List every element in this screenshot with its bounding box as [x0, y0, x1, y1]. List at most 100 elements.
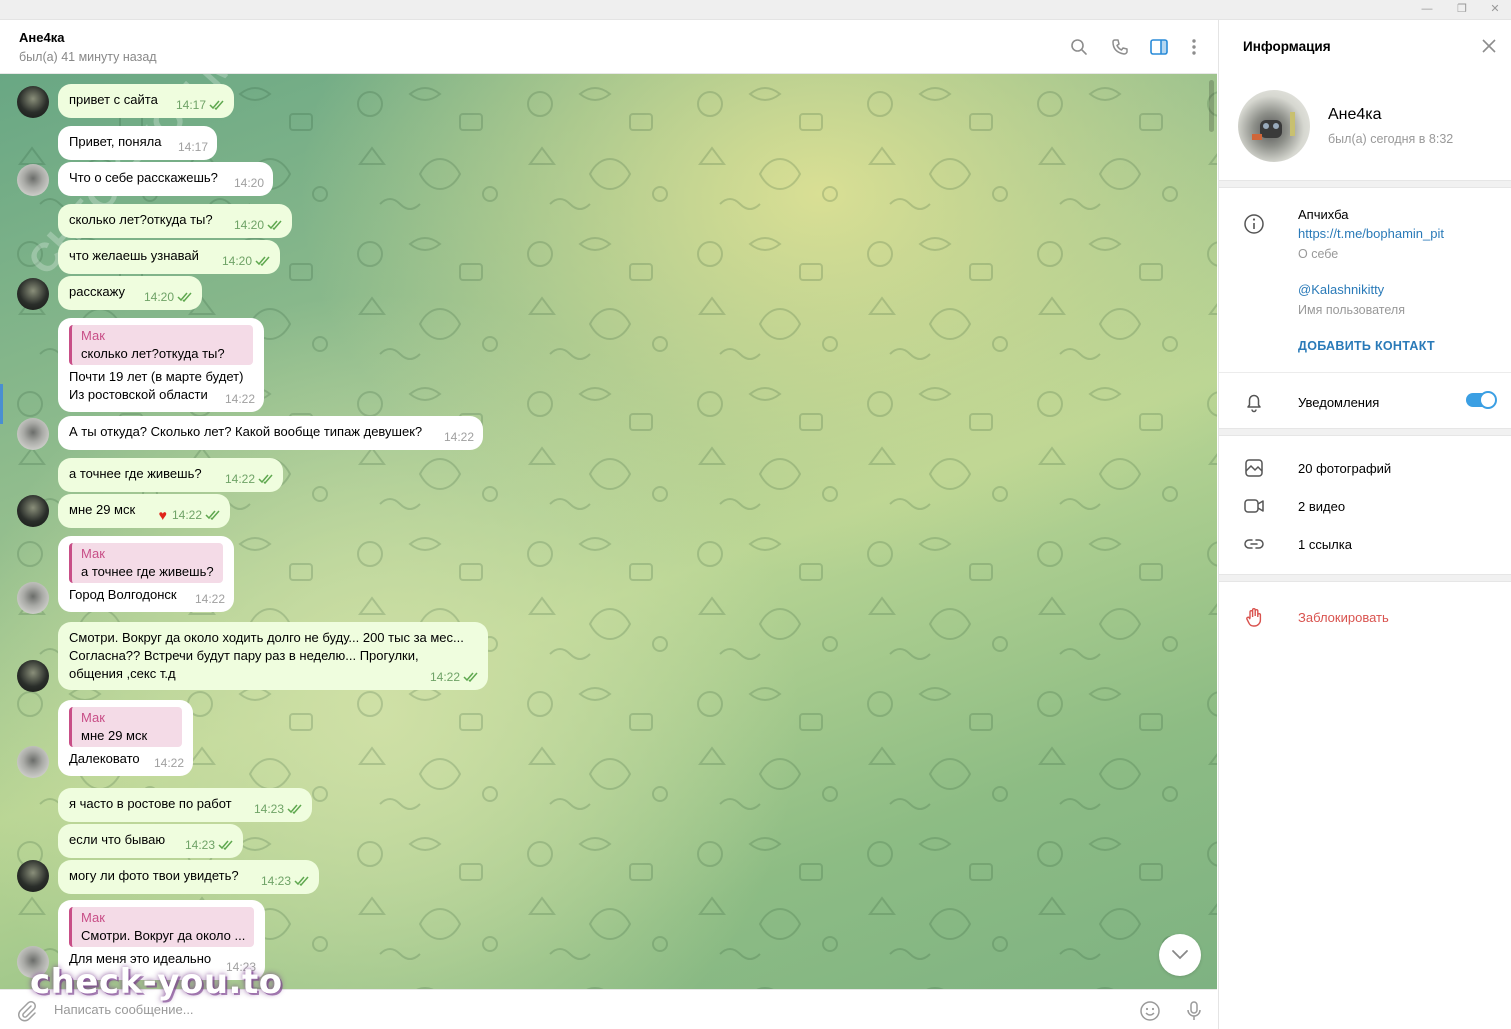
message-text: Что о себе расскажешь?: [69, 170, 218, 185]
chat-scrollbar[interactable]: [1209, 80, 1214, 132]
message-incoming[interactable]: А ты откуда? Сколько лет? Какой вообще т…: [58, 416, 483, 450]
chat-status: был(а) 41 минуту назад: [19, 50, 157, 64]
chat-title[interactable]: Ане4ка: [19, 30, 64, 45]
message-outgoing[interactable]: расскажу 14:20: [58, 276, 202, 310]
message-outgoing[interactable]: что желаешь узнавай 14:20: [58, 240, 280, 274]
bio-link[interactable]: https://t.me/bophamin_pit: [1298, 226, 1444, 241]
message-outgoing[interactable]: я часто в ростове по работ 14:23: [58, 788, 312, 822]
message-time: 14:22: [153, 756, 184, 770]
avatar[interactable]: [17, 660, 49, 692]
profile-status: был(а) сегодня в 8:32: [1328, 132, 1454, 146]
chat-messages-area[interactable]: CHECK-YOU.ME привет с сайта 14:17 Привет…: [0, 74, 1217, 989]
double-check-icon: [205, 510, 220, 520]
message-time: 14:23: [260, 874, 291, 888]
avatar[interactable]: [17, 746, 49, 778]
block-user-button[interactable]: Заблокировать: [1298, 610, 1389, 625]
avatar[interactable]: [17, 278, 49, 310]
profile-photo: [1252, 112, 1295, 140]
message-outgoing[interactable]: привет с сайта 14:17: [58, 84, 234, 118]
message-text: Смотри. Вокруг да около ходить долго не …: [69, 630, 464, 645]
link-icon: [1244, 539, 1264, 549]
message-time: 14:22: [171, 508, 202, 522]
profile-avatar[interactable]: [1238, 90, 1310, 162]
message-incoming-reply[interactable]: Мак а точнее где живешь? Город Волгодонс…: [58, 536, 234, 612]
unread-marker: [0, 384, 3, 424]
double-check-icon: [267, 220, 282, 230]
section-divider: [1219, 428, 1511, 436]
photo-icon: [1245, 459, 1263, 477]
avatar[interactable]: [17, 164, 49, 196]
message-time: 14:22: [194, 592, 225, 606]
message-outgoing[interactable]: если что бываю 14:23: [58, 824, 243, 858]
reply-quote[interactable]: Мак Смотри. Вокруг да около ...: [69, 907, 254, 947]
sidebar-toggle-icon[interactable]: [1149, 37, 1169, 57]
scroll-to-bottom-button[interactable]: [1159, 934, 1201, 976]
message-time: 14:17: [177, 140, 208, 154]
bio-text: Апчихба: [1298, 207, 1349, 222]
message-time: 14:20: [221, 254, 252, 268]
minimize-button[interactable]: —: [1418, 2, 1436, 16]
microphone-icon[interactable]: [1183, 1000, 1205, 1022]
photos-count[interactable]: 20 фотографий: [1298, 461, 1391, 476]
message-incoming-reply[interactable]: Мак сколько лет?откуда ты? Почти 19 лет …: [58, 318, 264, 412]
message-outgoing[interactable]: могу ли фото твои увидеть? 14:23: [58, 860, 319, 894]
reply-quote[interactable]: Мак мне 29 мск: [69, 707, 182, 747]
close-icon[interactable]: [1481, 38, 1497, 54]
message-incoming[interactable]: Что о себе расскажешь? 14:20: [58, 162, 273, 196]
message-incoming-reply[interactable]: Мак мне 29 мск Далековато 14:22: [58, 700, 193, 776]
message-incoming[interactable]: Привет, поняла 14:17: [58, 126, 217, 160]
double-check-icon: [177, 292, 192, 302]
message-time: 14:22: [224, 472, 255, 486]
links-count[interactable]: 1 ссылка: [1298, 537, 1352, 552]
reply-text: сколько лет?откуда ты?: [81, 346, 225, 361]
search-icon[interactable]: [1069, 37, 1089, 57]
notifications-toggle[interactable]: [1466, 391, 1497, 409]
message-outgoing[interactable]: а точнее где живешь? 14:22: [58, 458, 283, 492]
message-text: Согласна?? Встречи будут пару раз в неде…: [69, 648, 419, 663]
reply-author: Мак: [81, 546, 105, 561]
restore-button[interactable]: ❐: [1453, 2, 1471, 16]
reply-text: а точнее где живешь?: [81, 564, 214, 579]
chevron-down-icon: [1172, 950, 1188, 960]
avatar[interactable]: [17, 418, 49, 450]
message-time: 14:22: [443, 430, 474, 444]
double-check-icon: [287, 804, 302, 814]
reply-quote[interactable]: Мак сколько лет?откуда ты?: [69, 325, 253, 365]
avatar[interactable]: [17, 495, 49, 527]
reply-author: Мак: [81, 710, 105, 725]
reply-author: Мак: [81, 910, 105, 925]
message-time: 14:17: [175, 98, 206, 112]
emoji-icon[interactable]: [1139, 1000, 1161, 1022]
heart-reaction-icon[interactable]: ♥: [159, 506, 167, 524]
message-text: А ты откуда? Сколько лет? Какой вообще т…: [69, 424, 423, 439]
close-window-button[interactable]: ✕: [1486, 2, 1504, 16]
avatar[interactable]: [17, 860, 49, 892]
reply-quote[interactable]: Мак а точнее где живешь?: [69, 543, 223, 583]
message-outgoing[interactable]: мне 29 мск ♥ 14:22: [58, 494, 230, 528]
block-hand-icon: [1246, 608, 1262, 627]
message-outgoing[interactable]: Смотри. Вокруг да около ходить долго не …: [58, 622, 488, 690]
username-link[interactable]: @Kalashnikitty: [1298, 282, 1384, 297]
message-text: я часто в ростове по работ: [69, 796, 232, 811]
add-contact-button[interactable]: ДОБАВИТЬ КОНТАКТ: [1298, 339, 1435, 353]
attach-icon[interactable]: [16, 1000, 38, 1022]
message-time: 14:23: [184, 838, 215, 852]
reply-text: Смотри. Вокруг да около ...: [81, 928, 246, 943]
window-titlebar: — ❐ ✕: [0, 0, 1511, 20]
double-check-icon: [255, 256, 270, 266]
phone-icon[interactable]: [1110, 37, 1130, 57]
message-text: Привет, поняла: [69, 134, 162, 149]
section-divider: [1219, 574, 1511, 582]
double-check-icon: [218, 840, 233, 850]
panel-title: Информация: [1243, 39, 1331, 54]
message-outgoing[interactable]: сколько лет?откуда ты? 14:20: [58, 204, 292, 238]
avatar[interactable]: [17, 86, 49, 118]
videos-count[interactable]: 2 видео: [1298, 499, 1345, 514]
more-menu-icon[interactable]: [1184, 37, 1204, 57]
message-text: сколько лет?откуда ты?: [69, 212, 213, 227]
message-input[interactable]: [54, 1002, 954, 1017]
message-text: а точнее где живешь?: [69, 466, 202, 481]
message-text: Почти 19 лет (в марте будет): [69, 369, 244, 384]
message-time: 14:20: [233, 218, 264, 232]
avatar[interactable]: [17, 582, 49, 614]
